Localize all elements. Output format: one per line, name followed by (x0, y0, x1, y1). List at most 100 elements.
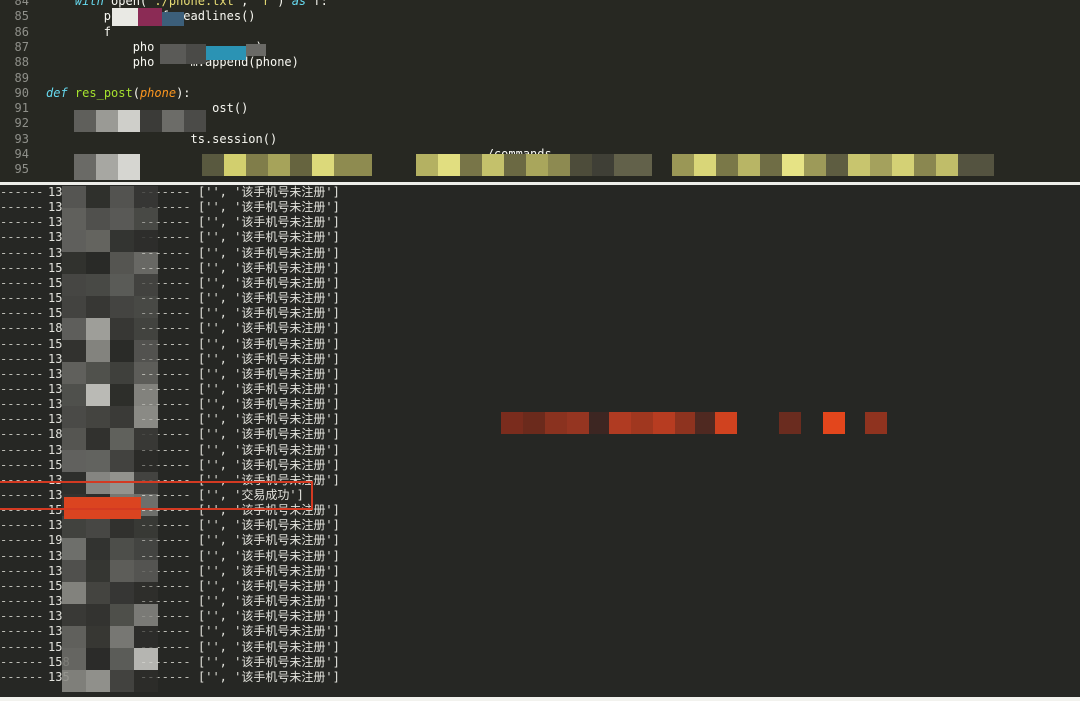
log-row: ------------13------------['', '该手机号未注册'… (0, 367, 1080, 382)
line-number: 89 (14, 70, 29, 85)
log-row: ------------13------------['', '该手机号未注册'… (0, 382, 1080, 397)
separator-dashes: ------------ (0, 533, 44, 548)
phone-number-prefix: 13 (48, 230, 63, 245)
separator-dashes: ------------ (0, 321, 44, 336)
response-text: ['', '该手机号未注册'] (198, 457, 340, 472)
line-number: 92 (14, 116, 29, 131)
log-row: ------------13------------['', '该手机号未注册'… (0, 246, 1080, 261)
response-text: ['', '该手机号未注册'] (198, 275, 340, 290)
phone-number-prefix: 13 (48, 594, 63, 609)
log-row: ------------13------------['', '该手机号未注册'… (0, 200, 1080, 215)
code-token: pho (46, 55, 155, 70)
phone-number-prefix: 13 (48, 412, 63, 427)
log-row: ------------15------------['', '该手机号未注册'… (0, 261, 1080, 276)
code-token: f: (306, 0, 328, 8)
response-text: ['', '该手机号未注册'] (198, 230, 340, 245)
log-row: ------------15------------['', '该手机号未注册'… (0, 337, 1080, 352)
log-row: ------------13------------['', '该手机号未注册'… (0, 518, 1080, 533)
terminal-screenshot: 84 with open('./phone.txt', 'r') as f: 85… (0, 0, 1080, 701)
phone-number-prefix: 18 (48, 427, 63, 442)
phone-number-prefix: 15 (48, 578, 63, 593)
separator-dashes: ------------ (0, 624, 44, 639)
code-token: def (46, 85, 68, 100)
log-row: ------------13------------['', '该手机号未注册'… (0, 230, 1080, 245)
code-token: res_post (74, 85, 133, 100)
response-text: ['', '该手机号未注册'] (198, 533, 340, 548)
phone-number-prefix: 15 (48, 291, 63, 306)
code-text[interactable]: f (46, 25, 111, 40)
code-text[interactable]: ts.session() (46, 131, 278, 147)
log-row: ------------15------------['', '该手机号未注册'… (0, 291, 1080, 306)
log-row: ------------13------------['', '该手机号未注册'… (0, 215, 1080, 230)
log-row: ------------13------------['', '该手机号未注册'… (0, 624, 1080, 639)
redaction-mosaic-editor-3 (74, 110, 209, 132)
response-text: ['', '该手机号未注册'] (198, 321, 340, 336)
response-text: ['', '该手机号未注册'] (198, 578, 340, 593)
separator-dashes: ------------ (0, 442, 44, 457)
response-text: ['', '该手机号未注册'] (198, 412, 340, 427)
separator-dashes: ------------ (0, 381, 44, 396)
response-text: ['', '该手机号未注册'] (198, 366, 340, 381)
response-text: ['', '该手机号未注册'] (198, 427, 340, 442)
response-text: ['', '该手机号未注册'] (198, 639, 340, 654)
redaction-mosaic-console-column (62, 186, 158, 692)
phone-number-prefix: 19 (48, 533, 63, 548)
log-row: ------------15------------['', '该手机号未注册'… (0, 306, 1080, 321)
separator-dashes: ------------ (0, 548, 44, 563)
phone-number-prefix: 15 (48, 639, 63, 654)
line-number: 86 (14, 24, 29, 39)
response-text: ['', '该手机号未注册'] (198, 185, 340, 199)
redaction-mosaic-editor-1 (112, 8, 192, 30)
separator-dashes: ------------ (0, 518, 44, 533)
code-token: 'r' (255, 0, 278, 8)
response-text: ['', '该手机号未注册'] (198, 200, 340, 215)
log-row: ------------15------------['', '该手机号未注册'… (0, 458, 1080, 473)
code-line[interactable]: 90 def res_post(phone): (0, 86, 1080, 101)
code-line[interactable]: 93 ts.session() (0, 132, 1080, 147)
phone-number-prefix: 13 (48, 624, 63, 639)
separator-dashes: ------------ (0, 260, 44, 275)
code-token: ts.session() (190, 131, 278, 146)
highlight-box-success-row (0, 481, 313, 510)
code-token: pho (46, 39, 155, 54)
code-token: as (291, 0, 307, 8)
separator-dashes: ------------ (0, 639, 44, 654)
bottom-edge-strip (0, 697, 1080, 701)
log-row: ------------18------------['', '该手机号未注册'… (0, 321, 1080, 336)
line-number: 93 (14, 131, 29, 146)
code-token: open( (103, 0, 148, 8)
separator-dashes: ------------ (0, 245, 44, 260)
phone-number-prefix: 13 (48, 351, 63, 366)
log-row: ------------13------------['', '该手机号未注册'… (0, 397, 1080, 412)
redaction-mosaic-editor-2 (160, 40, 270, 70)
separator-dashes: ------------ (0, 215, 44, 230)
console-output-pane[interactable]: ------------ 13 ------------ ['', '该手机号未注册'… (0, 185, 1080, 701)
code-line[interactable]: 89 (0, 71, 1080, 86)
code-token: './phone.txt' (147, 0, 242, 8)
line-number: 88 (14, 55, 29, 70)
response-text: ['', '该手机号未注册'] (198, 245, 340, 260)
log-row: ------------13------------['', '该手机号未注册'… (0, 549, 1080, 564)
response-text: ['', '该手机号未注册'] (198, 442, 340, 457)
phone-number-prefix: 13 (48, 442, 63, 457)
phone-number-prefix: 15 (48, 260, 63, 275)
separator-dashes: ------------ (0, 291, 44, 306)
log-row: ------------15------------['', '该手机号未注册'… (0, 640, 1080, 655)
response-text: ['', '该手机号未注册'] (198, 594, 340, 609)
separator-dashes: ------------ (0, 654, 44, 669)
separator-dashes: ------------ (0, 594, 44, 609)
code-token: with (74, 0, 104, 8)
log-row: ------------15------------['', '该手机号未注册'… (0, 579, 1080, 594)
response-text: ['', '该手机号未注册'] (198, 669, 340, 684)
separator-dashes: ------------ (0, 275, 44, 290)
code-token: ): (176, 85, 191, 100)
separator-dashes: ------------ (0, 200, 44, 215)
code-text[interactable]: def res_post(phone): (46, 86, 191, 101)
separator-dashes: ------------ (0, 336, 44, 351)
separator-dashes: ------------ (0, 457, 44, 472)
line-number: 84 (14, 0, 29, 8)
log-row: ------------13------------['', '该手机号未注册'… (0, 185, 1080, 200)
